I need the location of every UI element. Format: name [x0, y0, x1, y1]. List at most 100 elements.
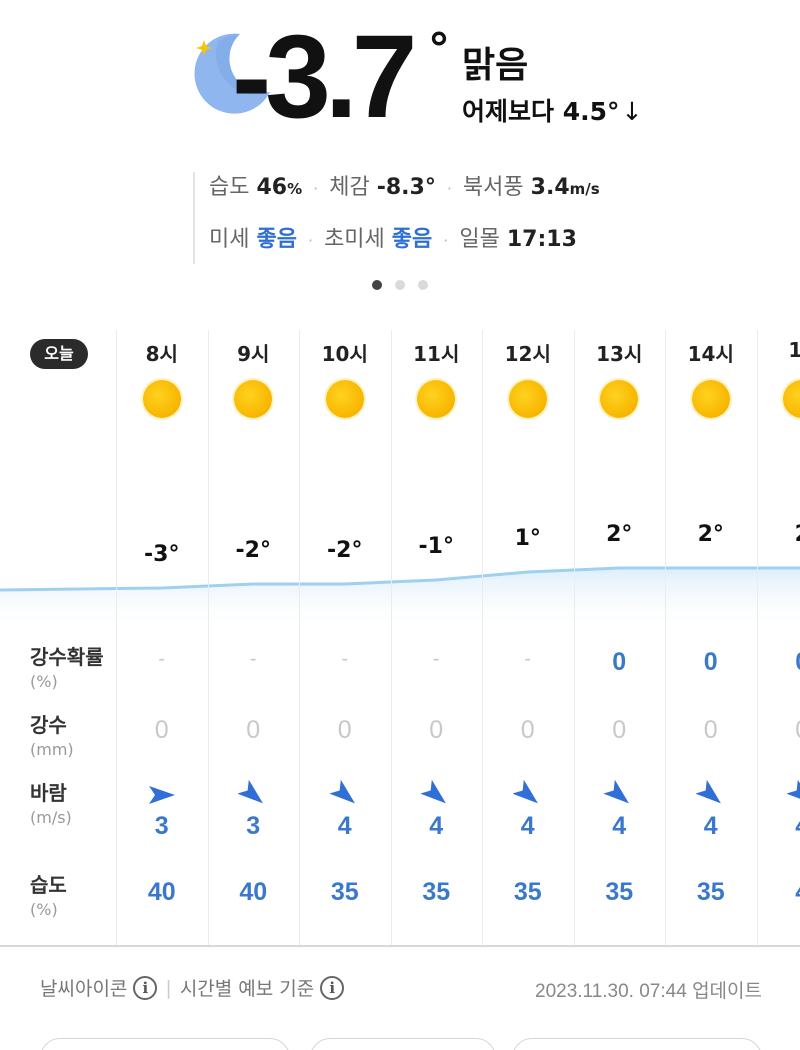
temperature-label: -1° — [418, 534, 454, 559]
wind-direction-icon — [148, 786, 175, 804]
section-divider — [0, 945, 800, 947]
humidity-title: 습도 — [30, 873, 67, 897]
column-divider — [116, 330, 117, 946]
precip-value: 0 — [703, 716, 718, 744]
wind-speed-value: 4 — [703, 812, 718, 840]
info-icon[interactable]: i — [133, 975, 158, 1000]
hour-label: 13시 — [596, 342, 643, 366]
precip-prob-value: - — [524, 648, 532, 670]
precip-prob-value: 0 — [612, 648, 627, 676]
humidity-value: 46 — [256, 175, 288, 200]
hour-label: 14시 — [687, 342, 734, 366]
temperature-label: -2° — [235, 538, 271, 563]
footer-links: 날씨아이콘 i | 시간별 예보 기준 i — [40, 974, 345, 1001]
temperature-label: -2° — [327, 538, 363, 563]
precip-value: 0 — [337, 716, 352, 744]
temperature-label: 2° — [697, 522, 724, 547]
fine-dust-value[interactable]: 좋음 — [256, 227, 296, 252]
page-indicator[interactable] — [372, 280, 428, 290]
info-icon[interactable]: i — [320, 975, 345, 1000]
wind-label: 북서풍 — [462, 175, 524, 200]
sun-icon — [600, 380, 639, 418]
temperature-area — [0, 568, 800, 630]
wind-speed-value: 4 — [520, 812, 535, 840]
hour-label: 12시 — [504, 342, 551, 366]
wind-speed-value: 4 — [762, 812, 800, 841]
wind-speed-value: 4 — [429, 812, 444, 840]
humidity-value: 35 — [422, 878, 451, 906]
column-divider — [756, 330, 758, 946]
column-divider — [390, 330, 392, 946]
sun-icon — [325, 380, 364, 418]
humidity-value: 35 — [330, 878, 359, 906]
column-divider — [573, 330, 575, 946]
page-dot-1[interactable] — [372, 280, 382, 290]
humidity-value: 40 — [239, 878, 268, 906]
separator: · — [446, 179, 452, 198]
precip-value: 0 — [429, 716, 444, 744]
hour-label: 10시 — [321, 342, 368, 366]
precip-prob-unit: (%) — [30, 672, 58, 691]
hour-label: 15 — [788, 338, 800, 362]
sun-icon — [417, 380, 456, 418]
temperature-label: -3° — [144, 542, 180, 567]
sunset-value: 17:13 — [506, 227, 577, 252]
today-badge: 오늘 — [30, 339, 88, 369]
hour-label: 8시 — [145, 342, 178, 366]
sun-icon — [142, 380, 181, 418]
wind-direction-icon — [512, 780, 538, 804]
hour-label: 11시 — [413, 342, 460, 366]
humidity-value: 35 — [513, 878, 542, 906]
precip-prob-value: 0 — [762, 648, 800, 677]
sunset-label: 일몰 — [459, 227, 500, 252]
wind-speed-value: 4 — [612, 812, 627, 840]
bottom-tab-3[interactable] — [512, 1038, 762, 1050]
forecast-basis-label[interactable]: 시간별 예보 기준 — [180, 974, 314, 1001]
temperature-label: 2° — [606, 522, 633, 547]
humidity-label: 습도 — [209, 175, 250, 200]
humidity-value: 40 — [147, 878, 176, 906]
wind-direction-icon — [421, 780, 447, 804]
ultrafine-dust-label: 초미세 — [324, 227, 385, 252]
bottom-tab-2[interactable] — [310, 1038, 496, 1050]
down-arrow-icon: ↓ — [621, 97, 643, 126]
wind-direction-icon — [604, 780, 630, 804]
update-timestamp: 2023.11.30. 07:44 업데이트 — [535, 981, 762, 1002]
ultrafine-dust-value[interactable]: 좋음 — [392, 227, 432, 252]
precip-value: 0 — [762, 716, 800, 745]
precip-prob-value: 0 — [703, 648, 718, 676]
column-divider — [482, 330, 483, 946]
bottom-tab-1[interactable] — [40, 1038, 290, 1050]
wind-direction-icon — [787, 780, 800, 804]
page-dot-2[interactable] — [395, 280, 405, 290]
feels-like-value: -8.3° — [376, 175, 436, 200]
fine-dust-label: 미세 — [209, 227, 250, 252]
wind-speed-value: 4 — [337, 812, 352, 840]
summary-row-2: 미세 좋음 · 초미세 좋음 · 일몰 17:13 — [209, 228, 600, 264]
current-temperature: -3.7 — [232, 11, 417, 143]
precip-value: 0 — [520, 716, 535, 744]
weather-icon-label[interactable]: 날씨아이콘 — [40, 974, 127, 1001]
page-dot-3[interactable] — [418, 280, 428, 290]
precip-prob-value: - — [341, 648, 349, 670]
separator: · — [443, 231, 449, 250]
yesterday-comparison: 어제보다 4.5°↓ — [462, 92, 642, 128]
temperature-label: 2 — [762, 522, 800, 547]
column-divider — [665, 330, 666, 946]
weather-condition: 맑음 — [462, 45, 529, 86]
compare-text: 어제보다 4.5° — [462, 97, 620, 126]
wind-title: 바람 — [30, 781, 67, 805]
humidity-value: 4 — [762, 878, 800, 907]
sun-icon — [691, 380, 730, 418]
hourly-forecast[interactable]: 오늘 강수확률 (%) 강수 (mm) 바람 (m/s) 습도 (%) 8시 -3… — [0, 330, 800, 946]
column-divider — [299, 330, 300, 946]
precip-prob-value: - — [432, 648, 440, 670]
wind-speed-value: 3 — [154, 812, 169, 840]
sun-icon — [234, 380, 273, 418]
weather-summary: 습도 46% · 체감 -8.3° · 북서풍 3.4m/s 미세 좋음 · 초… — [193, 172, 600, 264]
precip-value: 0 — [246, 716, 261, 744]
separator: · — [313, 179, 319, 198]
sun-icon — [508, 380, 547, 418]
separator: · — [307, 231, 314, 250]
humidity-value: 35 — [605, 878, 634, 906]
